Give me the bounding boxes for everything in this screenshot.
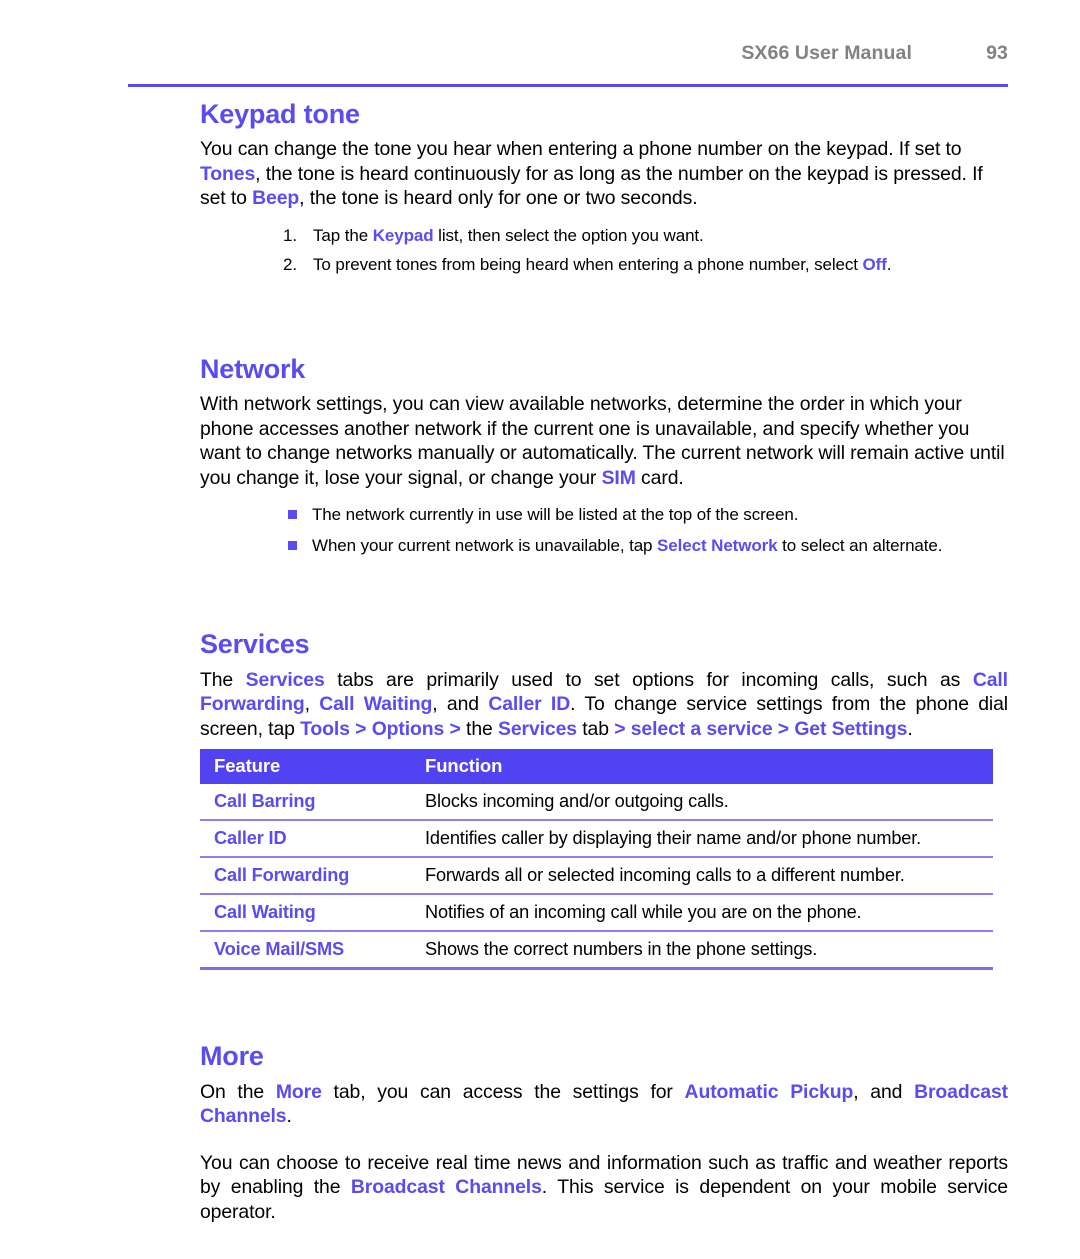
- table-row: Voice Mail/SMS Shows the correct numbers…: [200, 931, 993, 971]
- manual-page: SX66 User Manual 93 Keypad tone You can …: [0, 0, 1080, 1259]
- heading-services: Services: [200, 629, 310, 660]
- square-bullet-icon: [288, 541, 297, 551]
- list-item: The network currently in use will be lis…: [288, 504, 1008, 525]
- term-tools-options: Tools > Options >: [300, 717, 461, 740]
- table-header-row: Feature Function: [200, 749, 993, 785]
- table-row: Call Waiting Notifies of an incoming cal…: [200, 894, 993, 933]
- text-fragment: The: [200, 668, 246, 691]
- column-header-function: Function: [411, 749, 993, 785]
- cell-feature: Voice Mail/SMS: [200, 931, 411, 971]
- network-bullets: The network currently in use will be lis…: [200, 504, 1008, 556]
- text-fragment: To prevent tones from being heard when e…: [313, 254, 863, 274]
- text-fragment: .: [907, 717, 913, 740]
- cell-feature: Caller ID: [200, 820, 411, 859]
- term-broadcast-channels: Broadcast Channels: [350, 1176, 542, 1199]
- text-fragment: tabs are primarily used to set options f…: [324, 668, 973, 691]
- text-fragment: the: [460, 717, 498, 740]
- column-header-feature: Feature: [200, 749, 411, 785]
- text-fragment: On the: [200, 1080, 276, 1103]
- text-fragment: .: [286, 1105, 292, 1128]
- text-fragment: The network currently in use will be lis…: [312, 505, 799, 525]
- term-call-waiting: Call Waiting: [319, 693, 433, 716]
- term-more: More: [275, 1080, 322, 1103]
- paragraph-keypad-tone-intro: You can change the tone you hear when en…: [200, 137, 1008, 211]
- heading-more: More: [200, 1041, 264, 1072]
- text-fragment: Tap the: [313, 225, 373, 245]
- term-services-tab: Services: [497, 717, 577, 740]
- term-caller-id: Caller ID: [488, 693, 571, 716]
- table-row: Caller ID Identifies caller by displayin…: [200, 820, 993, 859]
- text-fragment: to select an alternate.: [777, 536, 943, 556]
- table-row: Call Barring Blocks incoming and/or outg…: [200, 784, 993, 822]
- cell-feature: Call Forwarding: [200, 857, 411, 896]
- list-item: Tap the Keypad list, then select the opt…: [283, 225, 1008, 246]
- services-feature-table: Feature Function Call Barring Blocks inc…: [200, 749, 993, 971]
- cell-function: Identifies caller by displaying their na…: [411, 820, 993, 859]
- term-tones: Tones: [200, 162, 256, 185]
- term-automatic-pickup: Automatic Pickup: [684, 1080, 854, 1103]
- paragraph-network-intro: With network settings, you can view avai…: [200, 392, 1008, 490]
- text-fragment: card.: [635, 466, 684, 489]
- term-sim: SIM: [601, 466, 636, 489]
- text-fragment: You can change the tone you hear when en…: [200, 138, 962, 161]
- list-item: When your current network is unavailable…: [288, 535, 1008, 556]
- page-number: 93: [986, 42, 1008, 64]
- text-fragment: ,: [304, 693, 320, 716]
- page-content: Keypad tone You can change the tone you …: [200, 99, 1008, 1225]
- term-services: Services: [245, 668, 325, 691]
- term-off: Off: [862, 254, 887, 274]
- heading-keypad-tone: Keypad tone: [200, 99, 360, 129]
- list-item: To prevent tones from being heard when e…: [283, 254, 1008, 275]
- term-select-network: Select Network: [657, 536, 778, 556]
- keypad-tone-steps: Tap the Keypad list, then select the opt…: [200, 225, 1008, 275]
- text-fragment: tab, you can access the settings for: [321, 1080, 685, 1103]
- text-fragment: , and: [853, 1080, 915, 1103]
- header-divider: [128, 84, 1008, 87]
- text-fragment: When your current network is unavailable…: [312, 536, 658, 556]
- term-beep: Beep: [252, 187, 300, 210]
- paragraph-more-intro: On the More tab, you can access the sett…: [200, 1080, 1008, 1129]
- term-keypad: Keypad: [372, 225, 434, 245]
- table-row: Call Forwarding Forwards all or selected…: [200, 857, 993, 896]
- term-get-settings: > select a service > Get Settings: [614, 717, 908, 740]
- manual-title: SX66 User Manual: [741, 42, 912, 64]
- paragraph-more-broadcast: You can choose to receive real time news…: [200, 1151, 1008, 1225]
- cell-function: Notifies of an incoming call while you a…: [411, 894, 993, 933]
- square-bullet-icon: [288, 510, 297, 520]
- cell-feature: Call Waiting: [200, 894, 411, 933]
- text-fragment: list, then select the option you want.: [433, 225, 704, 245]
- text-fragment: , the tone is heard only for one or two …: [299, 187, 698, 210]
- cell-function: Forwards all or selected incoming calls …: [411, 857, 993, 896]
- text-fragment: tab: [576, 717, 615, 740]
- running-head: SX66 User Manual 93: [128, 42, 1008, 65]
- cell-function: Shows the correct numbers in the phone s…: [411, 931, 993, 971]
- heading-network: Network: [200, 353, 306, 384]
- cell-function: Blocks incoming and/or outgoing calls.: [411, 784, 993, 822]
- cell-feature: Call Barring: [200, 784, 411, 822]
- paragraph-services-intro: The Services tabs are primarily used to …: [200, 668, 1008, 742]
- text-fragment: , and: [432, 693, 489, 716]
- text-fragment: .: [886, 254, 892, 274]
